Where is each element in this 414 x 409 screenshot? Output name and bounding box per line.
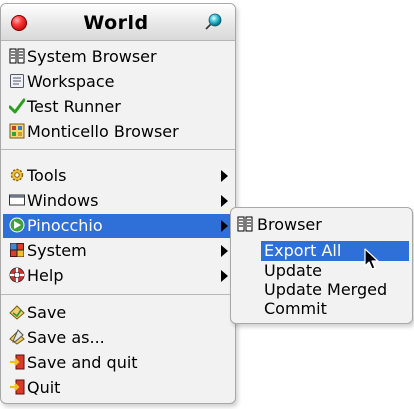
menu-item-label: Save as... [27,328,105,347]
menu-item-save[interactable]: Save [3,301,233,325]
menu-item-label: Save [27,303,67,322]
menu-item-help[interactable]: Help [3,264,233,288]
menu-item-windows[interactable]: Windows [3,189,233,213]
menu-item-label: Windows [27,191,99,210]
menu-item-workspace[interactable]: Workspace [3,70,233,94]
menu-item-label: Tools [27,166,67,185]
help-icon [9,267,25,283]
system-browser-icon [9,48,25,64]
submenu-item-commit[interactable]: Commit [233,299,411,319]
menu-item-monticello-browser[interactable]: Monticello Browser [3,120,233,144]
menu-item-label: Quit [27,378,61,397]
submenu-item-label: Update Merged [264,280,388,299]
submenu-item-export-all[interactable]: Export All [261,241,409,261]
menu-item-system[interactable]: System [3,239,233,263]
submenu-arrow-icon [221,220,228,232]
menu-item-quit[interactable]: Quit [3,376,233,400]
submenu-item-label: Browser [257,215,322,234]
save-and-quit-icon [10,354,25,370]
pinocchio-icon [9,217,25,233]
menu-item-label: System [27,241,87,260]
menu-item-label: Pinocchio [27,216,103,235]
menu-item-pinocchio[interactable]: Pinocchio [3,214,233,238]
submenu-item-browser[interactable]: Browser [233,214,411,234]
submenu-item-update[interactable]: Update [233,261,411,281]
menu-titlebar[interactable]: World [1,4,235,41]
tools-icon [10,168,24,182]
submenu-arrow-icon [221,270,228,282]
submenu-item-update-merged[interactable]: Update Merged [233,280,411,300]
submenu-item-label: Export All [264,241,342,260]
save-icon [9,305,25,320]
pinocchio-submenu: Browser Export All Update Update Merged … [230,207,413,324]
quit-icon [10,379,25,395]
close-icon[interactable] [11,15,27,31]
windows-icon [9,194,25,206]
menu-item-label: Workspace [27,72,115,91]
pin-icon[interactable] [204,13,222,31]
world-menu: World System Browser Workspace Test Runn… [0,3,236,404]
menu-item-label: Help [27,266,64,285]
monticello-icon [9,123,25,139]
menu-separator [1,149,235,150]
menu-item-save-and-quit[interactable]: Save and quit [3,351,233,375]
submenu-arrow-icon [221,170,228,182]
browser-icon [237,216,253,232]
test-runner-icon [9,98,25,114]
menu-item-label: Monticello Browser [27,122,179,141]
menu-item-label: Save and quit [27,353,138,372]
submenu-arrow-icon [221,195,228,207]
menu-item-system-browser[interactable]: System Browser [3,45,233,69]
menu-item-tools[interactable]: Tools [3,164,233,188]
menu-item-test-runner[interactable]: Test Runner [3,95,233,119]
save-as-icon [9,329,25,345]
menu-separator [1,294,235,295]
system-icon [10,243,24,257]
submenu-arrow-icon [221,245,228,257]
submenu-item-label: Commit [264,299,327,318]
menu-item-label: Test Runner [27,97,121,116]
menu-title: World [83,12,149,34]
menu-item-save-as[interactable]: Save as... [3,326,233,350]
menu-item-label: System Browser [27,47,157,66]
submenu-item-label: Update [264,261,322,280]
mouse-cursor-icon [364,248,379,270]
workspace-icon [10,74,24,88]
